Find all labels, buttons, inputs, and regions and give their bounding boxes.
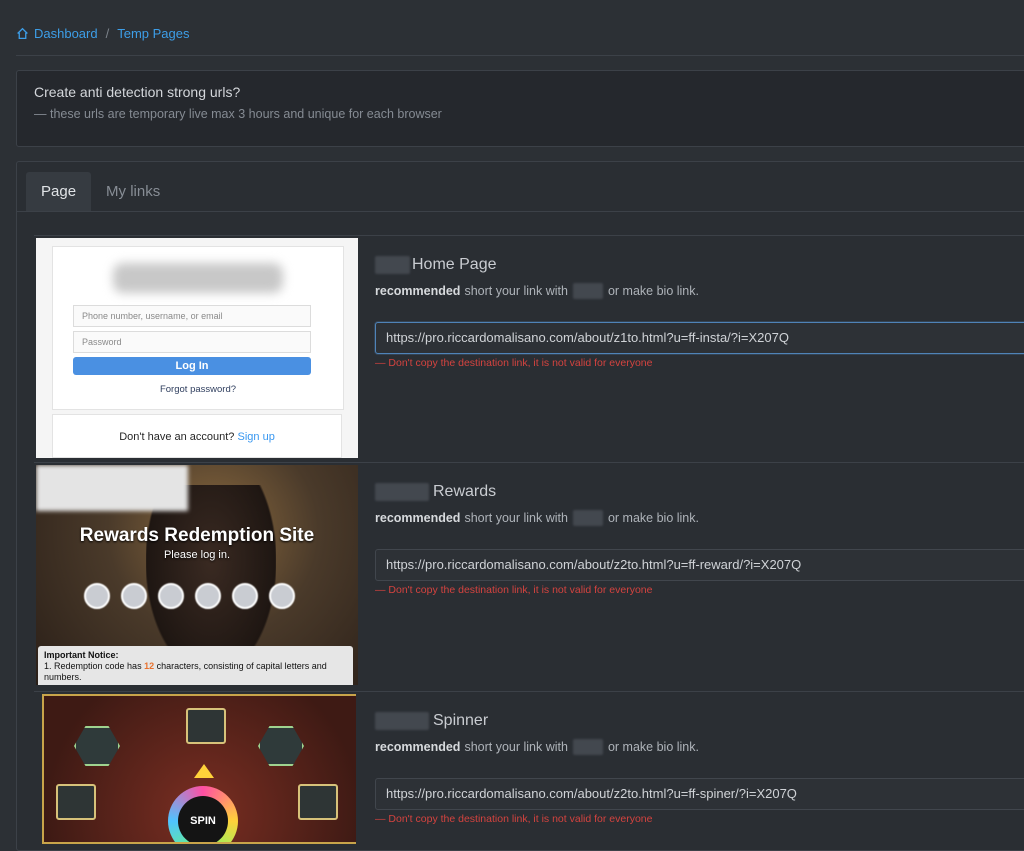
login-option-icon xyxy=(158,583,184,609)
info-title: Create anti detection strong urls? xyxy=(34,84,241,100)
signup-box-preview: Don't have an account? Sign up xyxy=(52,414,342,458)
tab-divider xyxy=(17,211,1024,212)
home-icon[interactable] xyxy=(16,27,29,40)
notice-pre: 1. Redemption code has xyxy=(44,661,142,671)
item-title-text: Rewards xyxy=(433,483,497,500)
signup-link-preview: Sign up xyxy=(237,431,275,443)
header-divider xyxy=(16,55,1024,56)
prize-tile xyxy=(186,708,226,744)
recommended-line: recommended short your link with or make… xyxy=(375,510,699,526)
short-text: short your link with xyxy=(464,284,568,298)
login-option-icon xyxy=(232,583,258,609)
short-text: short your link with xyxy=(464,511,568,525)
temp-pages-card: Page My links Phone number, username, or… xyxy=(16,161,1024,851)
bio-link-text[interactable]: or make bio link. xyxy=(608,284,699,298)
tab-my-links[interactable]: My links xyxy=(91,172,175,211)
blurred-logo xyxy=(113,263,283,293)
recommended-line: recommended short your link with or make… xyxy=(375,739,699,755)
login-option-icon xyxy=(121,583,147,609)
page-item-rewards: Rewards Redemption Site Please log in. I… xyxy=(34,462,1024,688)
bio-link-text[interactable]: or make bio link. xyxy=(608,740,699,754)
page-item-home: Phone number, username, or email Passwor… xyxy=(34,235,1024,459)
destination-url-field[interactable]: https://pro.riccardomalisano.com/about/z… xyxy=(375,322,1024,354)
page-item-spinner: SPIN Spinner recommended short your link… xyxy=(34,691,1024,850)
no-account-text: Don't have an account? xyxy=(119,431,235,443)
phone-field-preview: Phone number, username, or email xyxy=(73,305,311,327)
spin-label: SPIN xyxy=(178,796,228,842)
blurred-brand xyxy=(375,256,410,274)
rewards-heading: Rewards Redemption Site xyxy=(79,525,315,546)
recommended-label: recommended xyxy=(375,740,461,754)
login-button-preview: Log In xyxy=(73,357,311,375)
short-text: short your link with xyxy=(464,740,568,754)
rewards-thumbnail[interactable]: Rewards Redemption Site Please log in. I… xyxy=(36,465,358,685)
item-title: Rewards xyxy=(375,483,496,501)
blurred-header xyxy=(36,465,188,511)
breadcrumb-dashboard-link[interactable]: Dashboard xyxy=(34,26,98,41)
recommended-label: recommended xyxy=(375,284,461,298)
item-title: Home Page xyxy=(375,256,497,274)
destination-url-field[interactable]: https://pro.riccardomalisano.com/about/z… xyxy=(375,549,1024,581)
notice-title: Important Notice: xyxy=(44,650,119,660)
item-title: Spinner xyxy=(375,712,488,730)
info-card: Create anti detection strong urls? — the… xyxy=(16,70,1024,147)
home-page-thumbnail[interactable]: Phone number, username, or email Passwor… xyxy=(36,238,358,458)
prize-tile xyxy=(298,784,338,820)
notice-number: 12 xyxy=(144,661,155,671)
recommended-label: recommended xyxy=(375,511,461,525)
login-option-icon xyxy=(269,583,295,609)
blurred-service xyxy=(572,283,603,299)
breadcrumb: Dashboard / Temp Pages xyxy=(16,26,190,41)
item-title-text: Spinner xyxy=(433,712,489,729)
login-option-icon xyxy=(195,583,221,609)
warning-text: — Don't copy the destination link, it is… xyxy=(375,357,653,369)
warning-text: — Don't copy the destination link, it is… xyxy=(375,584,653,596)
warning-text: — Don't copy the destination link, it is… xyxy=(375,813,653,825)
password-field-preview: Password xyxy=(73,331,311,353)
item-title-text: Home Page xyxy=(412,256,497,273)
blurred-service xyxy=(572,739,603,755)
important-notice: Important Notice: 1. Redemption code has… xyxy=(38,646,353,685)
forgot-password-preview: Forgot password? xyxy=(159,384,237,395)
bio-link-text[interactable]: or make bio link. xyxy=(608,511,699,525)
recommended-line: recommended short your link with or make… xyxy=(375,283,699,299)
tab-page[interactable]: Page xyxy=(26,172,92,211)
destination-url-field[interactable]: https://pro.riccardomalisano.com/about/z… xyxy=(375,778,1024,810)
blurred-brand xyxy=(375,712,429,730)
tab-bar: Page My links xyxy=(26,172,175,211)
breadcrumb-separator: / xyxy=(105,26,110,41)
rewards-subtitle: Please log in. xyxy=(163,549,231,561)
spinner-thumbnail[interactable]: SPIN xyxy=(42,694,356,844)
blurred-brand xyxy=(375,483,429,501)
breadcrumb-temp-pages-link[interactable]: Temp Pages xyxy=(117,26,189,41)
login-options xyxy=(84,583,295,609)
info-subtitle: — these urls are temporary live max 3 ho… xyxy=(34,107,442,121)
blurred-service xyxy=(572,510,603,526)
spin-arrow-icon xyxy=(194,764,214,778)
login-option-icon xyxy=(84,583,110,609)
prize-tile xyxy=(56,784,96,820)
